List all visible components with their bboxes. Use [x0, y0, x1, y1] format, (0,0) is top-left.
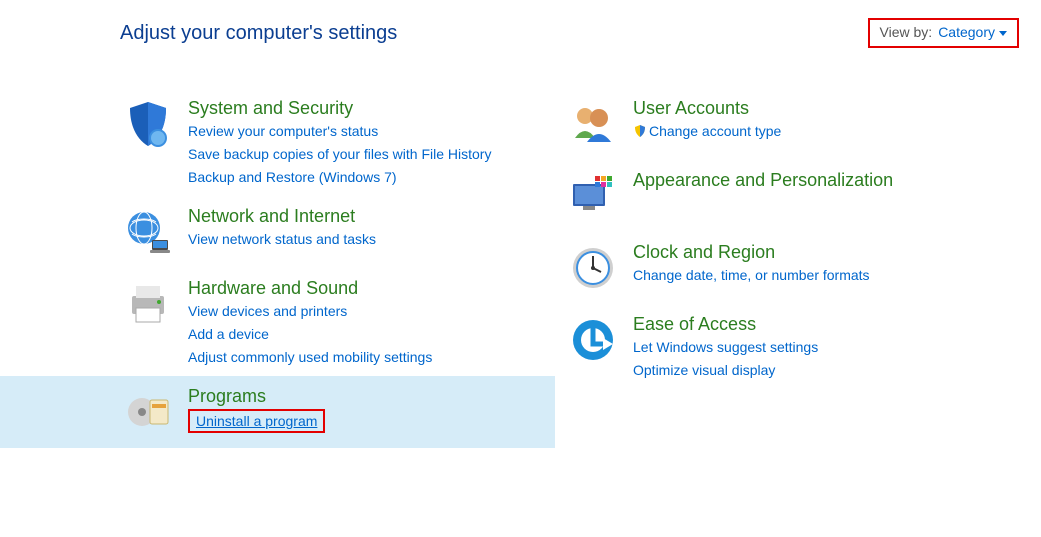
view-by-value: Category [938, 24, 995, 40]
link-change-account-type[interactable]: Change account type [633, 121, 781, 142]
category-network[interactable]: Network and Internet View network status… [0, 196, 555, 268]
category-title[interactable]: Ease of Access [633, 314, 818, 335]
link-date-time-formats[interactable]: Change date, time, or number formats [633, 265, 870, 286]
programs-icon [120, 384, 176, 440]
view-by-dropdown[interactable]: Category [938, 24, 1007, 40]
category-hardware[interactable]: Hardware and Sound View devices and prin… [0, 268, 555, 376]
category-clock-region[interactable]: Clock and Region Change date, time, or n… [555, 232, 1041, 304]
clock-icon [565, 240, 621, 296]
category-system-security[interactable]: System and Security Review your computer… [0, 88, 555, 196]
category-programs[interactable]: Programs Uninstall a program [0, 376, 555, 448]
link-devices-printers[interactable]: View devices and printers [188, 301, 432, 322]
link-add-device[interactable]: Add a device [188, 324, 432, 345]
link-review-status[interactable]: Review your computer's status [188, 121, 491, 142]
people-icon [565, 96, 621, 152]
globe-icon [120, 204, 176, 260]
view-by-label: View by: [880, 24, 933, 40]
view-by-container: View by: Category [868, 18, 1019, 48]
ease-icon [565, 312, 621, 368]
category-ease-of-access[interactable]: Ease of Access Let Windows suggest setti… [555, 304, 1041, 389]
link-suggest-settings[interactable]: Let Windows suggest settings [633, 337, 818, 358]
category-title[interactable]: Clock and Region [633, 242, 870, 263]
shield-icon [120, 96, 176, 152]
chevron-down-icon [999, 31, 1007, 36]
link-backup-restore[interactable]: Backup and Restore (Windows 7) [188, 167, 491, 188]
link-optimize-display[interactable]: Optimize visual display [633, 360, 818, 381]
monitor-colors-icon [565, 168, 621, 224]
category-title[interactable]: User Accounts [633, 98, 781, 119]
category-title[interactable]: Network and Internet [188, 206, 376, 227]
category-appearance[interactable]: Appearance and Personalization [555, 160, 1041, 232]
category-title[interactable]: Appearance and Personalization [633, 170, 893, 191]
link-file-history[interactable]: Save backup copies of your files with Fi… [188, 144, 491, 165]
uac-shield-icon [633, 124, 647, 138]
link-network-status[interactable]: View network status and tasks [188, 229, 376, 250]
category-title[interactable]: Hardware and Sound [188, 278, 432, 299]
category-user-accounts[interactable]: User Accounts Change account type [555, 88, 1041, 160]
link-uninstall-program[interactable]: Uninstall a program [188, 409, 325, 433]
category-title[interactable]: System and Security [188, 98, 491, 119]
category-title[interactable]: Programs [188, 386, 325, 407]
printer-icon [120, 276, 176, 332]
page-title: Adjust your computer's settings [120, 22, 397, 45]
link-mobility[interactable]: Adjust commonly used mobility settings [188, 347, 432, 368]
